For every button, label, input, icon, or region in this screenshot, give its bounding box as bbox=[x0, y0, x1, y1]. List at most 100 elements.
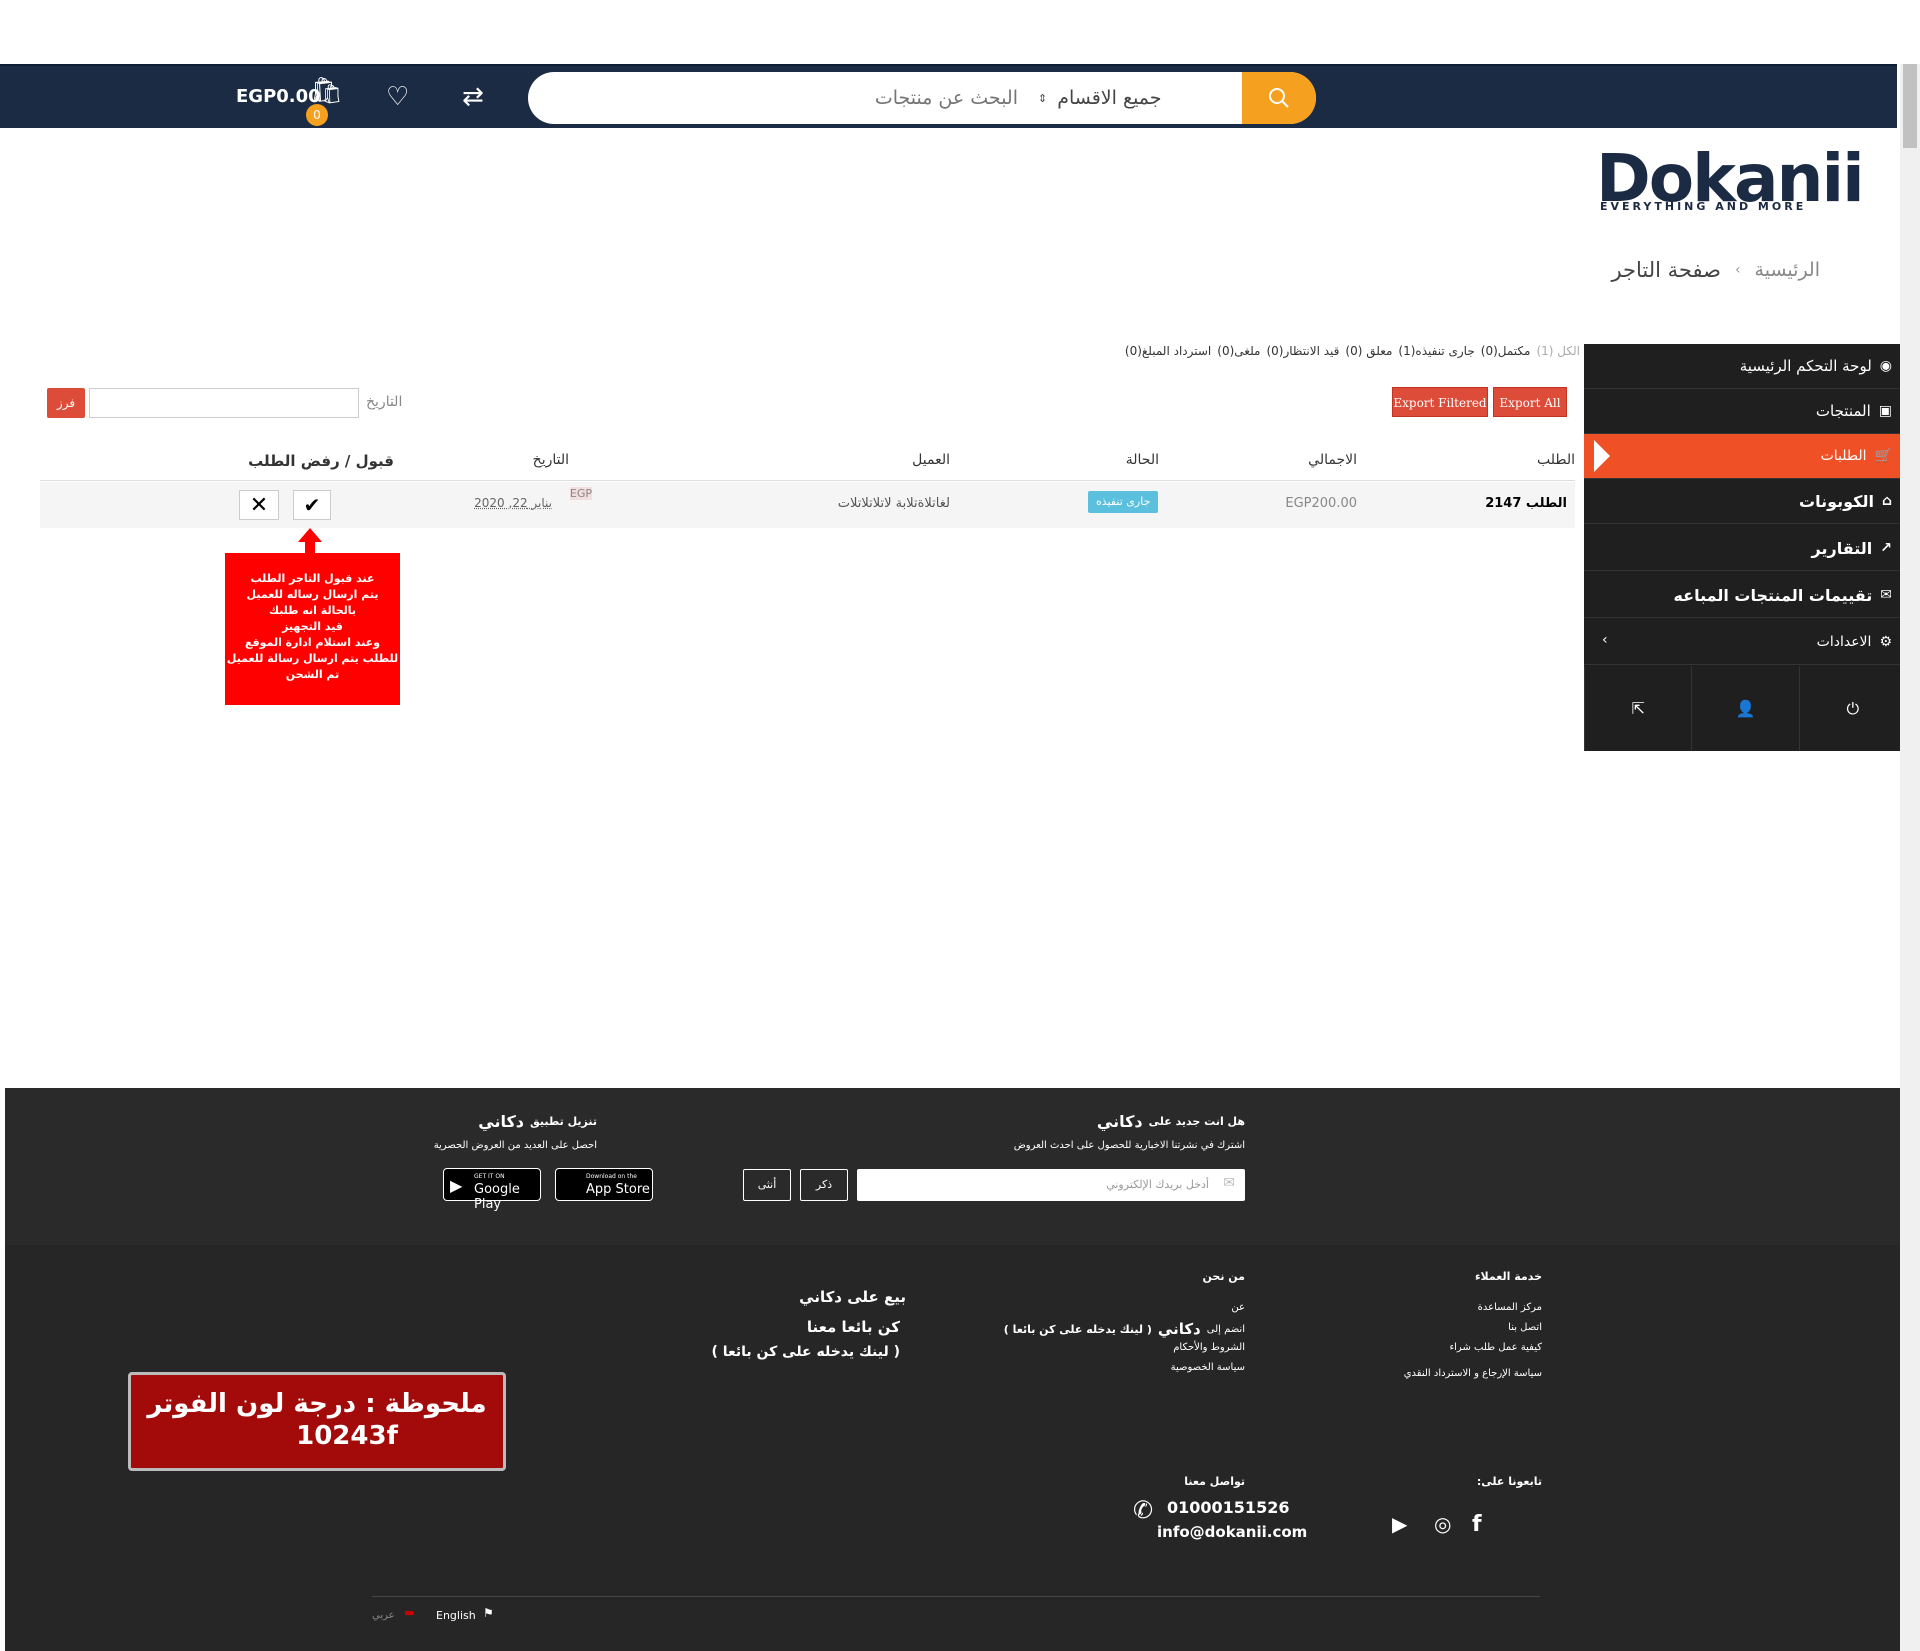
annotation-line: وعند استلام ادارة الموقع bbox=[244, 636, 381, 649]
language-arabic[interactable]: عربي bbox=[372, 1610, 395, 1621]
search-bar: جميع الاقسام ⇕ bbox=[528, 72, 1316, 124]
order-customer: لغاتلاةتلابة لاتلاتلاتلات bbox=[837, 496, 950, 511]
become-seller[interactable]: كن بائعا معنا bbox=[807, 1318, 900, 1336]
app-store-button[interactable]: Download on the App Store bbox=[555, 1168, 653, 1201]
customer-service-title: خدمة العملاء bbox=[1474, 1270, 1542, 1283]
sidebar-item-label: المنتجات bbox=[1815, 402, 1871, 420]
export-filtered-button[interactable]: Export Filtered bbox=[1392, 387, 1488, 417]
link-join-brand: دكاني bbox=[1157, 1320, 1201, 1338]
language-english[interactable]: English bbox=[436, 1609, 476, 1622]
table-row: الطلب 2147 EGP200.00 جارى تنفيذه لغاتلاة… bbox=[40, 482, 1575, 528]
play-icon: ▶ bbox=[450, 1176, 463, 1195]
sell-on-dokani[interactable]: بيع على دكاني bbox=[799, 1288, 906, 1306]
cart-total[interactable]: EGP0.00 bbox=[236, 86, 321, 107]
google-play-button[interactable]: ▶ GET IT ON Google Play bbox=[443, 1168, 541, 1212]
category-select[interactable]: جميع الاقسام ⇕ bbox=[1038, 72, 1238, 124]
link-how-to-order[interactable]: كيفية عمل طلب شراء bbox=[1449, 1342, 1542, 1353]
active-pointer-arrow bbox=[1594, 440, 1610, 472]
link-return-policy[interactable]: سياسة الإرجاع و الاسترداد النقدي bbox=[1404, 1368, 1542, 1379]
date-filter-input[interactable] bbox=[89, 388, 359, 418]
cart-icon: 🛒 bbox=[1874, 448, 1892, 464]
googleplay-label: Google Play bbox=[474, 1182, 520, 1212]
sidebar-item-reports[interactable]: ↗ التقارير bbox=[1584, 526, 1906, 571]
footer-divider bbox=[372, 1596, 1540, 1597]
sidebar-item-label: الطلبات bbox=[1820, 448, 1867, 464]
logo-tagline: EVERYTHING AND MORE bbox=[1600, 200, 1807, 213]
col-order: الطلب bbox=[1536, 452, 1575, 468]
order-status-filters: الكل (1) مكتمل(0) جارى تنفيذه(1) معلق (0… bbox=[1125, 344, 1580, 358]
uk-flag-icon: ⚑ bbox=[483, 1606, 494, 1620]
cart-count-badge: 0 bbox=[306, 104, 328, 126]
annotation-line: عند قبول التاجر الطلب bbox=[250, 572, 375, 585]
filter-on-hold[interactable]: معلق (0) bbox=[1345, 344, 1392, 358]
annotation-line: للطلب يتم ارسال رسالة للعميل bbox=[226, 652, 399, 665]
annotation-line: بالحالة انه طلبك bbox=[268, 604, 357, 617]
link-help-center[interactable]: مركز المساعدة bbox=[1478, 1302, 1542, 1313]
filter-pending[interactable]: قيد الانتظار(0) bbox=[1266, 344, 1339, 358]
external-link-icon: ⇱ bbox=[1631, 699, 1645, 718]
search-input[interactable] bbox=[558, 72, 1018, 124]
cart-bag-icon[interactable]: 🛍 bbox=[310, 76, 343, 106]
sidebar-item-orders[interactable]: 🛒 الطلبات bbox=[1584, 434, 1906, 479]
compare-icon[interactable]: ⇄ bbox=[462, 82, 484, 112]
link-about[interactable]: عن bbox=[1231, 1302, 1245, 1313]
sidebar-item-label: لوحة التحكم الرئيسية bbox=[1739, 357, 1872, 375]
youtube-icon[interactable]: ▶ bbox=[1392, 1512, 1407, 1536]
breadcrumb-current: صفحة التاجر bbox=[1611, 258, 1721, 282]
scrollbar-thumb[interactable] bbox=[1903, 64, 1917, 148]
link-contact-us[interactable]: اتصل بنا bbox=[1508, 1322, 1542, 1333]
reject-order-button[interactable]: ✕ bbox=[239, 490, 279, 520]
sidebar-item-settings[interactable]: ⚙ الاعدادات › bbox=[1584, 620, 1906, 665]
col-customer: العميل bbox=[912, 452, 950, 468]
page-scrollbar[interactable] bbox=[1900, 64, 1920, 1651]
logout-button[interactable]: ⏻ bbox=[1798, 666, 1906, 751]
female-subscribe-button[interactable]: أنثى bbox=[743, 1169, 791, 1201]
wishlist-heart-icon[interactable]: ♡ bbox=[386, 82, 409, 112]
facebook-icon[interactable]: f bbox=[1472, 1512, 1482, 1537]
appstore-small-label: Download on the bbox=[586, 1173, 637, 1180]
male-subscribe-button[interactable]: ذكر bbox=[800, 1169, 848, 1201]
breadcrumb-separator: › bbox=[1734, 262, 1741, 278]
dashboard-icon: ◉ bbox=[1879, 358, 1892, 374]
filter-cancelled[interactable]: ملغى(0) bbox=[1217, 344, 1260, 358]
sidebar-item-dashboard[interactable]: ◉ لوحة التحكم الرئيسية bbox=[1584, 344, 1906, 389]
sidebar-item-reviews[interactable]: ✉ تقييمات المنتجات المباعه bbox=[1584, 573, 1906, 618]
about-title: من نحن bbox=[1202, 1270, 1246, 1283]
instagram-icon[interactable]: ◎ bbox=[1434, 1512, 1451, 1536]
accept-order-button[interactable]: ✔ bbox=[293, 490, 331, 520]
profile-button[interactable]: 👤 bbox=[1691, 666, 1798, 751]
export-all-button[interactable]: Export All bbox=[1493, 387, 1567, 417]
filter-all[interactable]: الكل (1) bbox=[1536, 344, 1580, 358]
note-line-1: ملحوظة : درجة لون الفوتر bbox=[147, 1389, 487, 1419]
site-logo[interactable]: Dokanii EVERYTHING AND MORE bbox=[1596, 134, 1876, 224]
footer-newsletter-band bbox=[5, 1088, 1902, 1245]
sidebar-item-label: الكوبونات bbox=[1799, 491, 1874, 511]
chevron-right-icon: › bbox=[1602, 632, 1608, 648]
filter-button[interactable]: فرز bbox=[47, 388, 85, 418]
sidebar-item-products[interactable]: ▣ المنتجات bbox=[1584, 389, 1906, 434]
search-icon bbox=[1269, 88, 1289, 108]
filter-refunded[interactable]: استرداد المبلغ(0) bbox=[1125, 344, 1211, 358]
sidebar-item-label: الاعدادات bbox=[1816, 634, 1872, 650]
app-brand: دكاني bbox=[478, 1112, 525, 1131]
link-join[interactable]: انضم إلى دكاني ( لينك يدخله على كن بائعا… bbox=[1004, 1320, 1245, 1338]
visit-store-button[interactable]: ⇱ bbox=[1584, 666, 1691, 751]
filter-completed[interactable]: مكتمل(0) bbox=[1481, 344, 1531, 358]
check-icon: ✔ bbox=[303, 493, 321, 517]
follow-us-title: تابعونا على: bbox=[1476, 1475, 1542, 1488]
newsletter-email-input[interactable]: أدخل بريدك الإلكتروني ✉ bbox=[857, 1169, 1245, 1201]
category-select-label: جميع الاقسام bbox=[1057, 87, 1162, 109]
link-privacy[interactable]: سياسة الخصوصية bbox=[1171, 1362, 1245, 1373]
contact-email[interactable]: info@dokanii.com bbox=[1157, 1523, 1307, 1541]
sidebar-item-coupons[interactable]: ⌂ الكوبونات bbox=[1584, 479, 1906, 524]
envelope-icon: ✉ bbox=[1223, 1175, 1235, 1191]
order-number[interactable]: الطلب 2147 bbox=[1485, 496, 1567, 511]
link-terms[interactable]: الشروط والأحكام bbox=[1173, 1342, 1245, 1353]
breadcrumb-home[interactable]: الرئيسية bbox=[1755, 259, 1820, 281]
filter-processing[interactable]: جارى تنفيذه(1) bbox=[1398, 344, 1474, 358]
breadcrumb: الرئيسية › صفحة التاجر bbox=[1611, 258, 1820, 282]
egypt-flag-icon: ▬ bbox=[404, 1606, 415, 1619]
search-button[interactable] bbox=[1242, 72, 1316, 124]
contact-phone[interactable]: 01000151526 bbox=[1167, 1498, 1289, 1517]
seller-link-note: ( لينك يدخله على كن بائعا ) bbox=[711, 1344, 900, 1360]
